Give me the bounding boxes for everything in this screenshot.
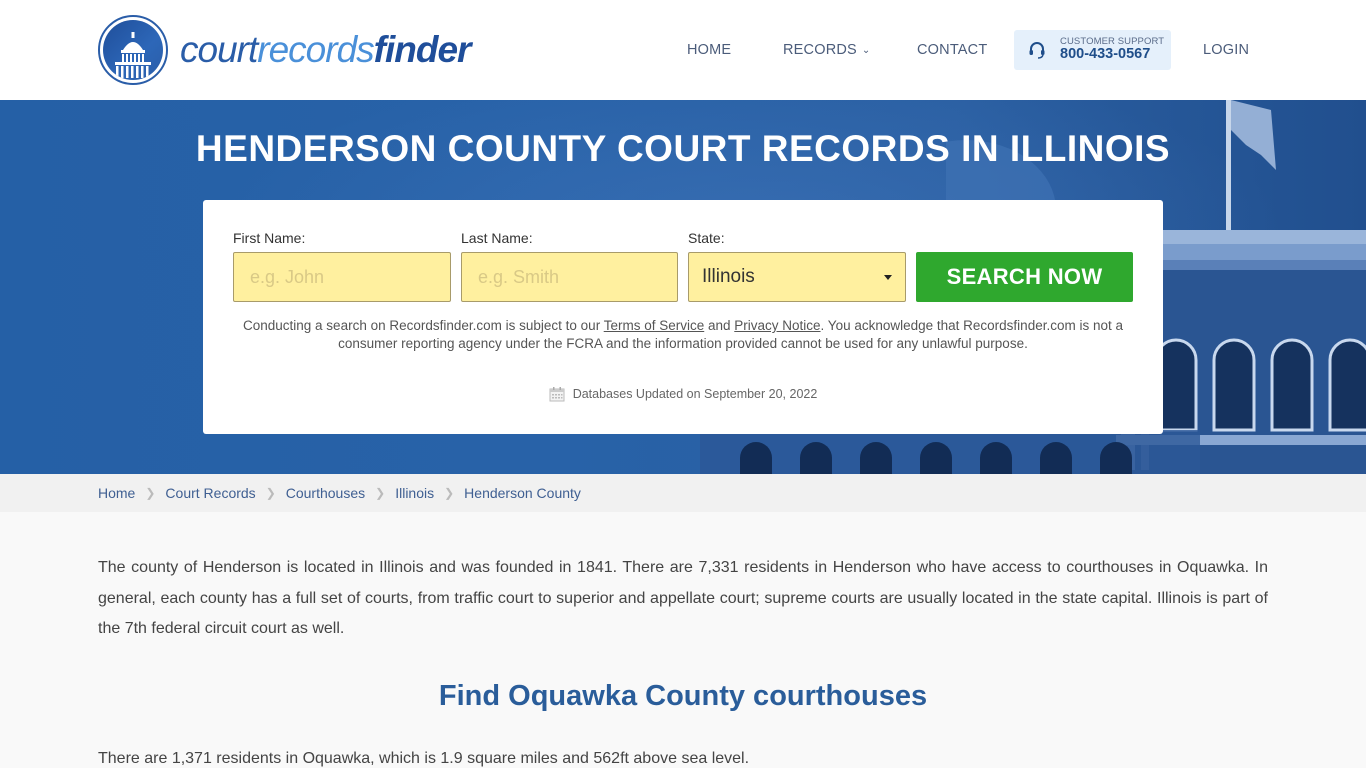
nav-contact[interactable]: CONTACT — [917, 30, 987, 70]
disclaimer-text-1: Conducting a search on Recordsfinder.com… — [243, 318, 604, 333]
breadcrumb: Home ❯ Court Records ❯ Courthouses ❯ Ill… — [0, 474, 1366, 512]
chevron-down-icon: ⌄ — [861, 45, 871, 56]
support-phone: 800-433-0567 — [1060, 46, 1151, 62]
chevron-right-icon: ❯ — [265, 486, 276, 500]
calendar-icon — [549, 387, 565, 402]
database-updated-text: Databases Updated on September 20, 2022 — [572, 387, 818, 401]
breadcrumb-courthouses[interactable]: Courthouses — [286, 485, 365, 501]
nav-records[interactable]: RECORDS ⌄ — [783, 30, 871, 70]
last-name-label: Last Name: — [461, 230, 533, 246]
first-name-input[interactable] — [233, 252, 451, 302]
caret-down-icon — [884, 275, 892, 280]
state-select[interactable]: Illinois — [688, 252, 906, 302]
search-disclaimer: Conducting a search on Recordsfinder.com… — [243, 317, 1123, 353]
main-content: The county of Henderson is located in Il… — [0, 512, 1366, 768]
disclaimer-text-2: and — [704, 318, 735, 333]
terms-of-service-link[interactable]: Terms of Service — [604, 318, 705, 333]
state-selected-value: Illinois — [702, 266, 755, 287]
privacy-notice-link[interactable]: Privacy Notice — [734, 318, 820, 333]
last-name-input[interactable] — [461, 252, 678, 302]
state-label: State: — [688, 230, 725, 246]
nav-login[interactable]: LOGIN — [1203, 30, 1249, 70]
search-form: First Name: Last Name: State: Illinois S… — [203, 200, 1163, 434]
chevron-right-icon: ❯ — [444, 486, 455, 500]
main-nav: HOME RECORDS ⌄ CONTACT CUSTOMER SUPPORT 8… — [0, 30, 1366, 70]
database-updated-note: Databases Updated on September 20, 2022 — [203, 386, 1163, 402]
page-title: HENDERSON COUNTY COURT RECORDS IN ILLINO… — [195, 128, 1171, 169]
nav-records-label: RECORDS — [783, 42, 857, 58]
hero-banner: HENDERSON COUNTY COURT RECORDS IN ILLINO… — [0, 100, 1366, 474]
chevron-right-icon: ❯ — [145, 486, 156, 500]
chevron-right-icon: ❯ — [375, 486, 386, 500]
headset-icon — [1029, 42, 1045, 59]
customer-support-button[interactable]: CUSTOMER SUPPORT 800-433-0567 — [1014, 30, 1171, 70]
breadcrumb-court-records[interactable]: Court Records — [165, 485, 255, 501]
site-header: courtrecordsfinder HOME RECORDS ⌄ CONTACT… — [0, 0, 1366, 100]
courthouses-section-title: Find Oquawka County courthouses — [438, 680, 928, 712]
breadcrumb-henderson-county[interactable]: Henderson County — [464, 485, 581, 501]
breadcrumb-illinois[interactable]: Illinois — [395, 485, 434, 501]
county-intro-paragraph: The county of Henderson is located in Il… — [98, 559, 1268, 637]
nav-home[interactable]: HOME — [687, 30, 731, 70]
search-now-button[interactable]: SEARCH NOW — [916, 252, 1133, 302]
breadcrumb-home[interactable]: Home — [98, 485, 135, 501]
first-name-label: First Name: — [233, 230, 306, 246]
city-info-paragraph: There are 1,371 residents in Oquawka, wh… — [98, 750, 750, 767]
